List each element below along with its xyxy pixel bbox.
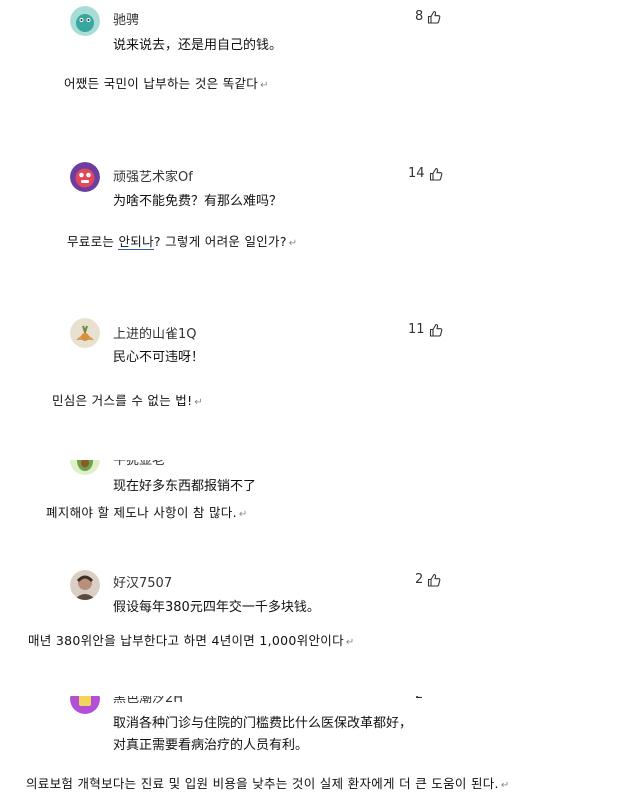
comment-text-line: 取消各种门诊与住院的门槛费比什么医保改革都好， [113, 716, 413, 731]
like-count[interactable]: 2 [415, 572, 441, 587]
thumbs-up-icon[interactable] [427, 10, 441, 24]
like-count[interactable]: 14 [408, 166, 443, 181]
comment-username[interactable]: 上进的山雀1Q [113, 323, 197, 342]
like-count-value: 2 [415, 572, 424, 587]
avatar-cartoon-icon [70, 162, 100, 192]
translation-text: 무료로는 안되나? 그렇게 어려운 일인가? ↵ [67, 234, 298, 250]
spellcheck-underlined-word[interactable]: 안되나 [118, 234, 154, 250]
like-count[interactable]: 11 [408, 322, 443, 337]
avatar[interactable] [70, 318, 100, 348]
comment-username[interactable]: 驰骋 [113, 9, 139, 28]
return-mark: ↵ [238, 509, 248, 520]
clipped-comment-header: 黑色潮汐2H 2 [0, 696, 625, 716]
like-count[interactable]: 2 [415, 696, 423, 702]
like-count-value: 2 [415, 696, 423, 702]
comment-username[interactable]: 顽强艺术家Of [113, 166, 193, 185]
translation-text: 의료보험 개혁보다는 진료 및 입원 비용을 낮추는 것이 실제 환자에게 더 … [26, 776, 510, 791]
comment-username[interactable]: 黑色潮汐2H [113, 696, 183, 706]
avatar-photo-icon [70, 318, 100, 348]
like-count-value: 11 [408, 322, 425, 337]
avatar[interactable] [70, 696, 100, 714]
avatar[interactable] [70, 460, 100, 475]
like-count-value: 8 [415, 9, 424, 24]
clipped-comment-header: 牛犹显老 2 [0, 460, 625, 480]
avatar-cartoon-icon [70, 6, 100, 36]
return-mark: ↵ [194, 397, 204, 408]
like-count-value: 2 [415, 460, 423, 464]
avatar-photo-icon [70, 570, 100, 600]
avocado-avatar-icon [70, 460, 100, 475]
comment-text: 假设每年380元四年交一千多块钱。 [113, 600, 320, 615]
translation-text: 어쨌든 국민이 납부하는 것은 똑같다 ↵ [64, 76, 269, 91]
return-mark: ↵ [500, 780, 510, 791]
return-mark: ↵ [260, 80, 269, 91]
translation-text: 민심은 거스를 수 없는 법! ↵ [52, 393, 204, 408]
like-count[interactable]: 8 [415, 9, 441, 24]
avatar[interactable] [70, 6, 100, 36]
translation-text: 폐지해야 할 제도나 사항이 참 많다. ↵ [46, 505, 248, 520]
avatar[interactable] [70, 570, 100, 600]
comment-username[interactable]: 牛犹显老 [113, 460, 165, 468]
avatar-cartoon-icon [70, 696, 100, 714]
translation-text: 매년 380위안을 납부한다고 하면 4년이면 1,000위안이다 ↵ [28, 633, 355, 648]
comment-text: 民心不可违呀！ [113, 350, 205, 365]
return-mark: ↵ [288, 238, 298, 249]
thumbs-up-icon[interactable] [429, 323, 443, 337]
avatar[interactable] [70, 162, 100, 192]
comment-username[interactable]: 好汉7507 [113, 572, 172, 591]
comment-text: 说来说去，还是用自己的钱。 [113, 38, 283, 53]
return-mark: ↵ [345, 637, 355, 648]
comment-text: 为啥不能免费？有那么难吗？ [113, 194, 283, 209]
comment-text: 现在好多东西都报销不了 [113, 479, 257, 494]
like-count[interactable]: 2 [415, 460, 423, 464]
thumbs-up-icon[interactable] [427, 573, 441, 587]
thumbs-up-icon[interactable] [429, 167, 443, 181]
comment-text-line: 对真正需要看病治疗的人员有利。 [113, 738, 309, 753]
like-count-value: 14 [408, 166, 425, 181]
